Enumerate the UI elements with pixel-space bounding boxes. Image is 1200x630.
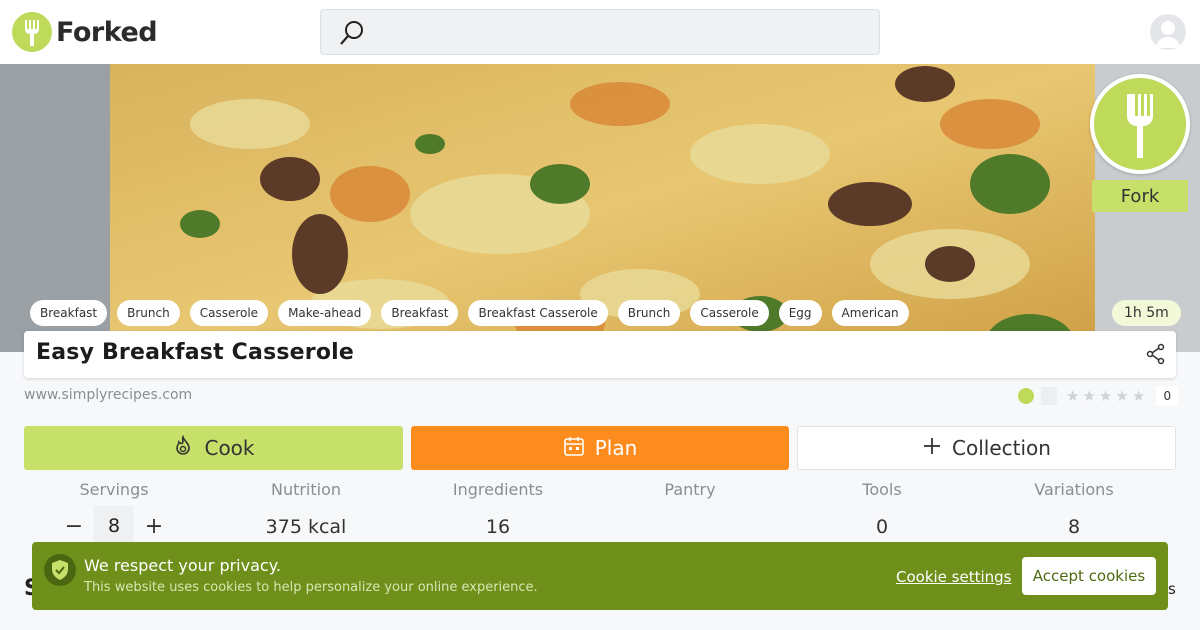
fork-button[interactable] (1090, 74, 1190, 174)
tag-chip[interactable]: Casserole (189, 300, 269, 326)
star-icon[interactable]: ★ (1099, 388, 1112, 404)
cook-button[interactable]: Cook (24, 426, 403, 470)
flame-icon (172, 434, 194, 462)
tag-chip[interactable]: Breakfast (381, 300, 459, 326)
servings-stat: Servings − 8 + (18, 478, 210, 546)
servings-stepper: − 8 + (18, 506, 210, 546)
recipe-hero-image: Breakfast Brunch Casserole Make-ahead Br… (0, 64, 1200, 352)
servings-label: Servings (79, 480, 149, 499)
plan-label: Plan (594, 436, 638, 460)
decrease-servings-button[interactable]: − (54, 514, 94, 539)
collection-label: Collection (952, 436, 1051, 460)
star-icon[interactable]: ★ (1082, 388, 1095, 404)
tag-list: Breakfast Brunch Casserole Make-ahead Br… (30, 300, 909, 326)
increase-servings-button[interactable]: + (134, 514, 174, 539)
pantry-value (594, 512, 786, 542)
variations-value: 8 (1067, 516, 1081, 538)
ingredients-stat[interactable]: Ingredients 16 (402, 478, 594, 546)
tag-chip[interactable]: American (831, 300, 909, 326)
brand-name: Forked (56, 16, 158, 48)
tag-chip[interactable]: Egg (778, 300, 822, 326)
tag-chip[interactable]: Brunch (117, 300, 180, 326)
star-icon[interactable]: ★ (1115, 388, 1128, 404)
recipe-title: Easy Breakfast Casserole (36, 340, 354, 365)
cookie-consent-banner: We respect your privacy. This website us… (32, 542, 1168, 610)
cookie-title: We respect your privacy. (84, 556, 281, 575)
ingredients-value: 16 (485, 516, 511, 538)
ingredients-label: Ingredients (452, 480, 544, 499)
rating-placeholder (1041, 387, 1057, 405)
brand-logo[interactable]: Forked (12, 12, 158, 52)
tools-value: 0 (875, 516, 889, 538)
nutrition-value: 375 kcal (265, 516, 347, 538)
section-link-partial: s (1168, 580, 1176, 598)
cookie-description: This website uses cookies to help person… (84, 580, 538, 595)
total-time-badge: 1h 5m (1112, 300, 1181, 326)
pantry-stat[interactable]: Pantry (594, 478, 786, 546)
pantry-label: Pantry (664, 480, 716, 499)
fork-logo-icon (12, 12, 52, 52)
add-to-collection-button[interactable]: Collection (797, 426, 1176, 470)
recipe-title-card: Easy Breakfast Casserole (24, 331, 1176, 378)
top-header: Forked (0, 0, 1200, 64)
tag-chip[interactable]: Casserole (690, 300, 769, 326)
tag-chip[interactable]: Breakfast Casserole (468, 300, 608, 326)
variations-stat[interactable]: Variations 8 (978, 478, 1170, 546)
tag-chip[interactable]: Make-ahead (278, 300, 372, 326)
share-icon[interactable] (1146, 343, 1166, 369)
variations-label: Variations (1034, 480, 1114, 499)
user-avatar[interactable] (1150, 14, 1186, 50)
star-icon[interactable]: ★ (1066, 388, 1079, 404)
tools-stat[interactable]: Tools 0 (786, 478, 978, 546)
rating-count: 0 (1156, 386, 1179, 406)
search-icon (337, 18, 367, 52)
recipe-stats: Servings − 8 + Nutrition 375 kcal Ingred… (18, 478, 1170, 546)
shield-check-icon (44, 554, 76, 586)
star-icon[interactable]: ★ (1132, 388, 1145, 404)
tag-chip[interactable]: Brunch (617, 300, 681, 326)
tools-label: Tools (862, 480, 902, 499)
accept-cookies-button[interactable]: Accept cookies (1022, 557, 1156, 595)
plus-icon (922, 436, 942, 461)
leaf-icon (1018, 388, 1034, 404)
cook-label: Cook (204, 436, 255, 460)
recipe-rating[interactable]: ★ ★ ★ ★ ★ 0 (1018, 386, 1179, 406)
search-input[interactable] (320, 9, 880, 55)
fork-label[interactable]: Fork (1092, 180, 1188, 212)
recipe-source-link[interactable]: www.simplyrecipes.com (24, 387, 192, 403)
cookie-settings-link[interactable]: Cookie settings (896, 568, 1012, 586)
calendar-icon (563, 435, 585, 462)
tag-chip[interactable]: Breakfast (30, 300, 108, 326)
servings-value[interactable]: 8 (94, 506, 134, 546)
plan-button[interactable]: Plan (411, 426, 789, 470)
nutrition-stat[interactable]: Nutrition 375 kcal (210, 478, 402, 546)
nutrition-label: Nutrition (270, 480, 342, 499)
